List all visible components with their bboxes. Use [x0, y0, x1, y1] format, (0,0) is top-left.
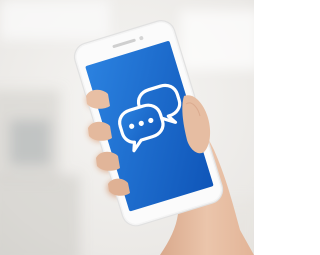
photo-scene: [0, 0, 254, 255]
photo-illustration: [0, 0, 254, 255]
